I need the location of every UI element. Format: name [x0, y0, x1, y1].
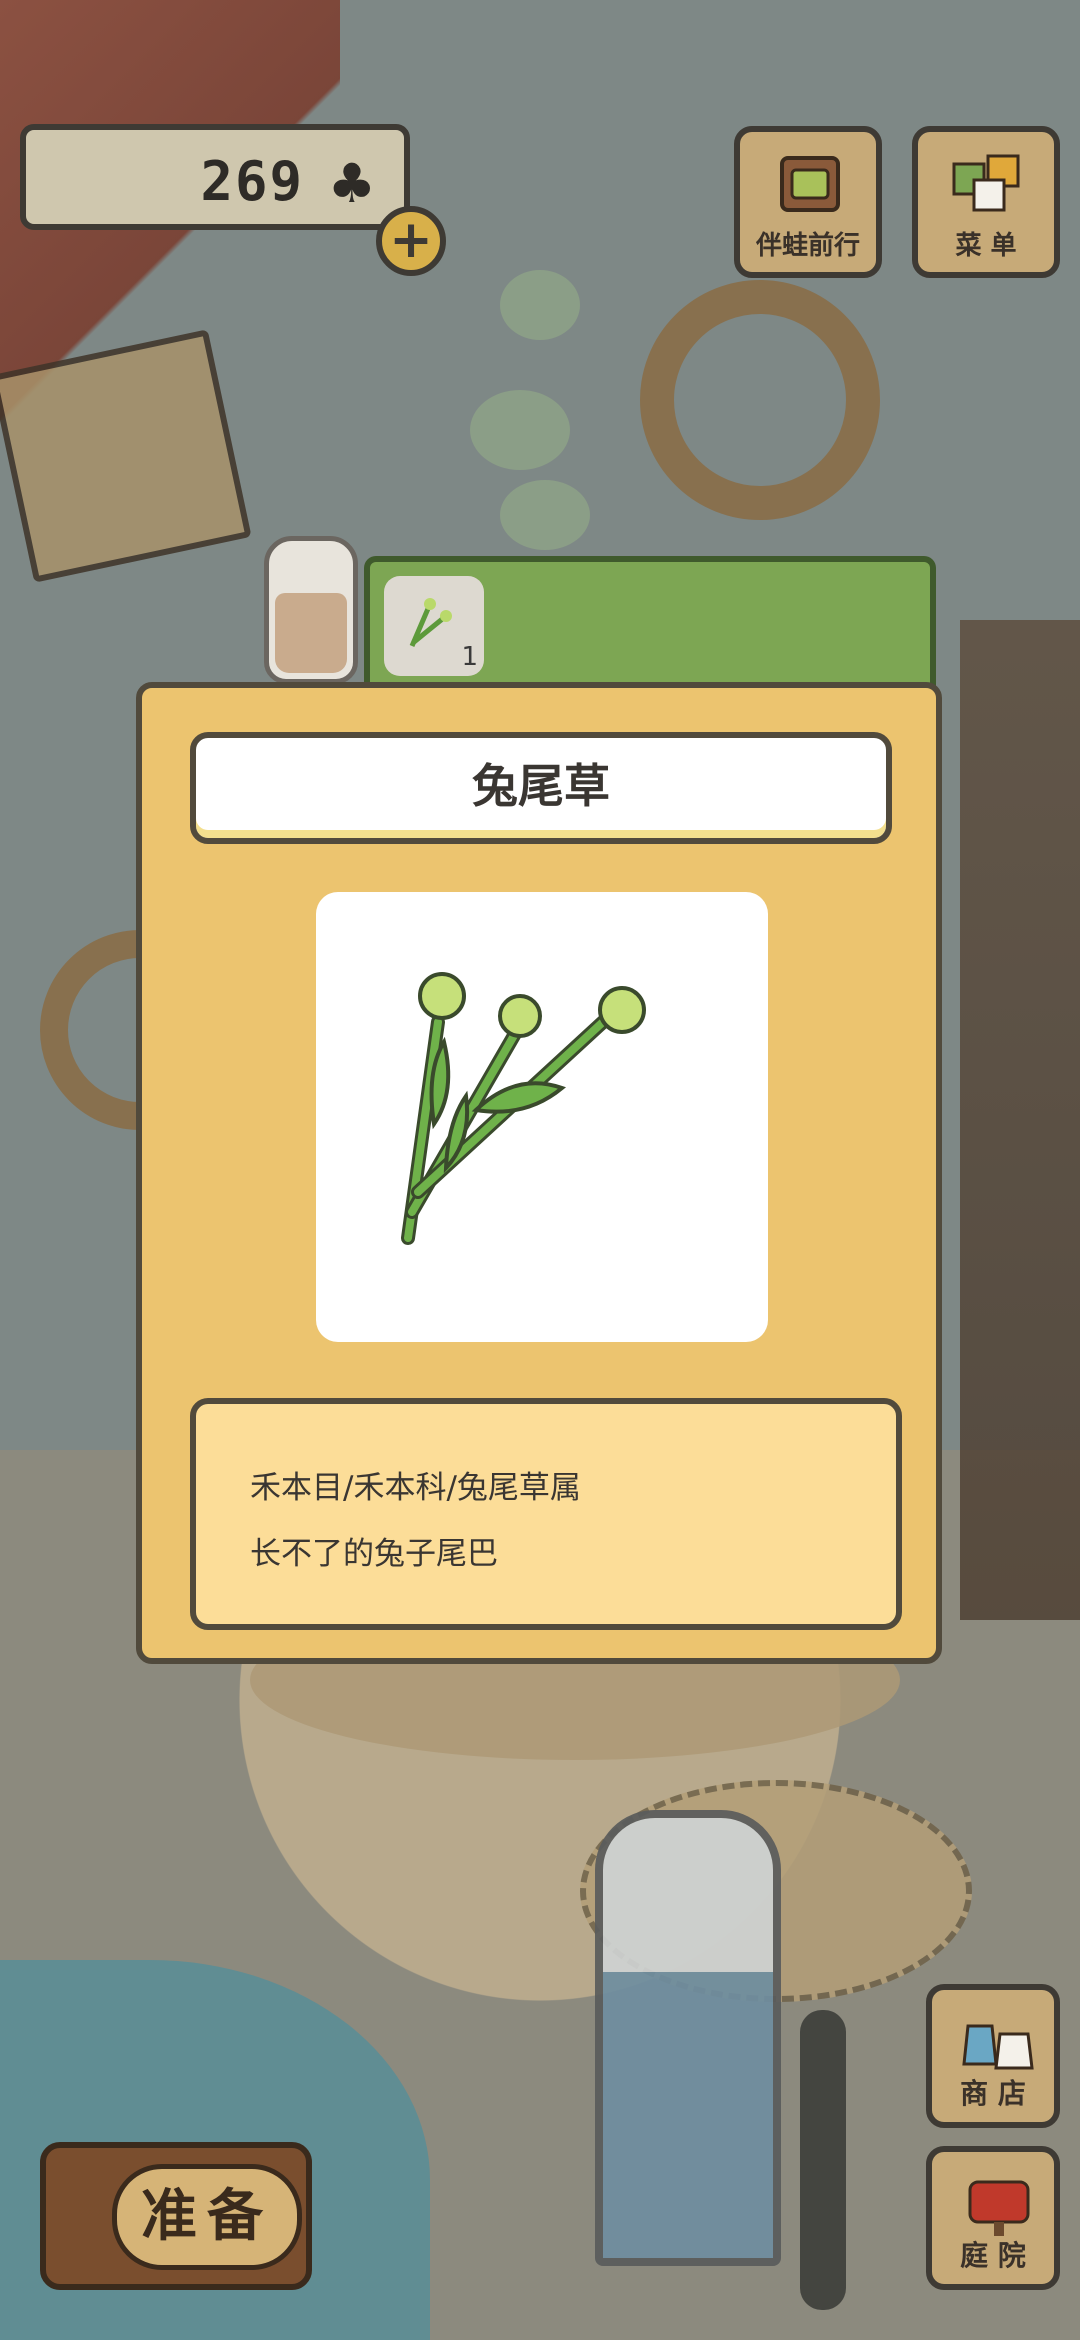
bag-icon: [780, 156, 840, 212]
clover-counter: 269 ♣: [20, 124, 410, 230]
travel-with-frog-button[interactable]: 伴蛙前行: [734, 126, 882, 278]
item-slot-hare-tail-grass[interactable]: 1: [384, 576, 484, 676]
grass-icon: [409, 598, 452, 647]
wall-leaf: [470, 390, 570, 470]
item-taxonomy: 禾本目/禾本科/兔尾草属: [250, 1470, 581, 1506]
shop-label: 商 店: [960, 2077, 1026, 2110]
menu-button[interactable]: 菜 单: [912, 126, 1060, 278]
mailbox-icon: [968, 2180, 1030, 2236]
item-description: 长不了的兔子尾巴: [250, 1536, 498, 1572]
prepare-label: 准备: [112, 2164, 302, 2270]
wall-wreath: [640, 280, 880, 520]
lamp-stand: [800, 2010, 846, 2310]
hare-tail-grass-icon: [401, 972, 646, 1245]
item-description-box: 禾本目/禾本科/兔尾草属 长不了的兔子尾巴: [190, 1398, 902, 1630]
item-image-frame: [316, 892, 768, 1342]
specimen-jar-icon[interactable]: [264, 536, 358, 684]
clover-amount: 269: [200, 150, 304, 213]
shop-button[interactable]: 商 店: [926, 1984, 1060, 2128]
menu-icon: [952, 154, 1020, 212]
yard-button[interactable]: 庭 院: [926, 2146, 1060, 2290]
item-count: 1: [461, 642, 478, 672]
map-scroll: [0, 329, 252, 583]
prepare-button[interactable]: 准备: [40, 2142, 312, 2290]
item-detail-dialog: 兔尾草 禾本目/禾本科/兔尾草属 长不了的兔子尾巴: [136, 682, 942, 1664]
menu-label: 菜 单: [955, 231, 1017, 261]
right-shelf: [960, 620, 1080, 1620]
item-title: 兔尾草: [190, 732, 892, 844]
folding-screen: [595, 1810, 781, 2266]
jar-sand: [275, 593, 347, 673]
shop-icon: [962, 2024, 1034, 2070]
yard-label: 庭 院: [960, 2239, 1026, 2272]
wall-leaf: [500, 270, 580, 340]
travel-label: 伴蛙前行: [755, 231, 860, 261]
clover-icon: ♣: [327, 152, 376, 215]
add-clover-button[interactable]: +: [376, 206, 446, 276]
wall-leaf: [500, 480, 590, 550]
item-tab-bar: 1: [364, 556, 936, 688]
